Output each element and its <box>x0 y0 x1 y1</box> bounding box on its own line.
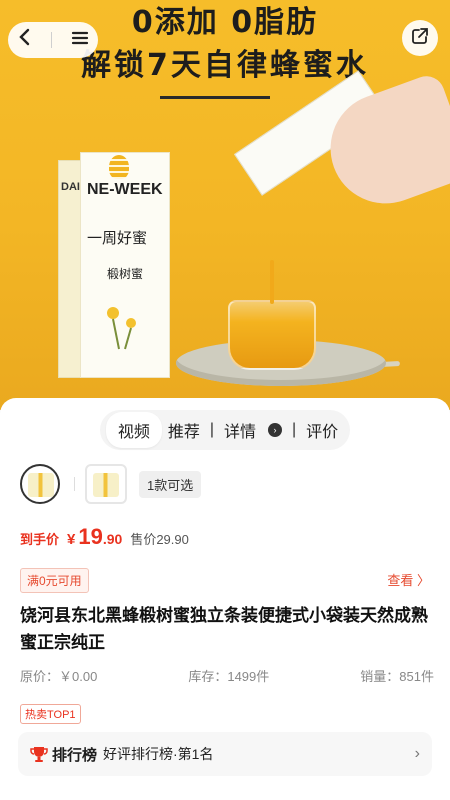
final-price-integer: 19 <box>78 524 103 549</box>
final-price-label: 到手价 <box>20 532 60 547</box>
menu-icon[interactable] <box>71 29 89 52</box>
section-tab-bar: 视频 推荐 | 详情 › | 评价 <box>100 410 350 450</box>
product-detail-card: 视频 推荐 | 详情 › | 评价 1款可选 到手价 ¥ 19 .90 售价29… <box>0 398 450 800</box>
flower-illustration <box>107 307 136 350</box>
play-dot-icon: › <box>268 423 283 437</box>
sku-thumbnail[interactable] <box>85 464 127 504</box>
box-title: NE-WEEK <box>87 181 163 198</box>
tab-reviews[interactable]: 评价 <box>300 418 344 442</box>
stock-stat: 库存：1499件 <box>188 669 270 684</box>
chevron-right-icon: › <box>414 745 420 762</box>
sales-stat: 销量：851件 <box>360 669 434 684</box>
ranking-text: 好评排行榜·第1名 <box>103 746 214 762</box>
share-icon <box>411 27 429 50</box>
tab-details[interactable]: 详情 <box>218 418 262 442</box>
list-price: 售价29.90 <box>130 532 189 547</box>
box-front-panel: NE-WEEK 一周好蜜 椴树蜜 <box>80 152 170 378</box>
tab-video[interactable]: 视频 <box>105 412 162 448</box>
currency-symbol: ¥ <box>67 531 76 548</box>
sku-selector: 1款可选 <box>20 464 202 504</box>
chevron-left-icon[interactable] <box>18 28 32 52</box>
product-thumbnail-image <box>28 473 54 497</box>
sku-thumbnail-selected[interactable] <box>20 464 60 504</box>
honey-drip <box>270 260 274 304</box>
ranking-entry[interactable]: 排行榜 好评排行榜·第1名 › <box>18 732 432 776</box>
nav-capsule <box>8 22 98 58</box>
box-side-panel: DAILY <box>58 160 93 378</box>
product-stats: 原价：￥0.00 库存：1499件 销量：851件 <box>20 666 434 685</box>
product-title: 饶河县东北黑蜂椴树蜜独立条装便捷式小袋装天然成熟蜜正宗纯正 <box>20 606 428 652</box>
headline-divider <box>160 96 270 99</box>
price-row: 到手价 ¥ 19 .90 售价29.90 <box>20 524 189 550</box>
view-coupon-link[interactable]: 查看 〉 <box>387 570 430 589</box>
hot-sale-tag: 热卖TOP1 <box>20 704 81 724</box>
box-variety: 椴树蜜 <box>107 267 144 281</box>
share-button[interactable] <box>402 20 438 56</box>
tab-divider: | <box>209 421 214 438</box>
original-price-stat: 原价：￥0.00 <box>20 669 98 684</box>
coupon-badge[interactable]: 满0元可用 <box>20 568 89 593</box>
capsule-divider <box>50 32 52 48</box>
ranking-brand: 排行榜 <box>52 746 98 764</box>
final-price-decimal: .90 <box>102 531 123 547</box>
product-box: DAILY NE-WEEK 一周好蜜 椴树蜜 <box>58 152 170 378</box>
beehive-icon <box>109 155 129 179</box>
box-subtitle: 一周好蜜 <box>87 229 148 247</box>
product-hero-image[interactable]: 0添加 0脂肪 解锁7天自律蜂蜜水 DAILY NE-WEEK 一周好蜜 椴树蜜 <box>0 0 450 410</box>
product-thumbnail-image <box>93 473 119 497</box>
tab-divider: | <box>292 421 297 438</box>
honey-water-glass <box>228 300 316 370</box>
trophy-icon <box>30 747 48 762</box>
tab-recommend[interactable]: 推荐 <box>162 418 206 442</box>
sku-divider <box>74 477 75 491</box>
sku-count-badge[interactable]: 1款可选 <box>139 470 202 498</box>
